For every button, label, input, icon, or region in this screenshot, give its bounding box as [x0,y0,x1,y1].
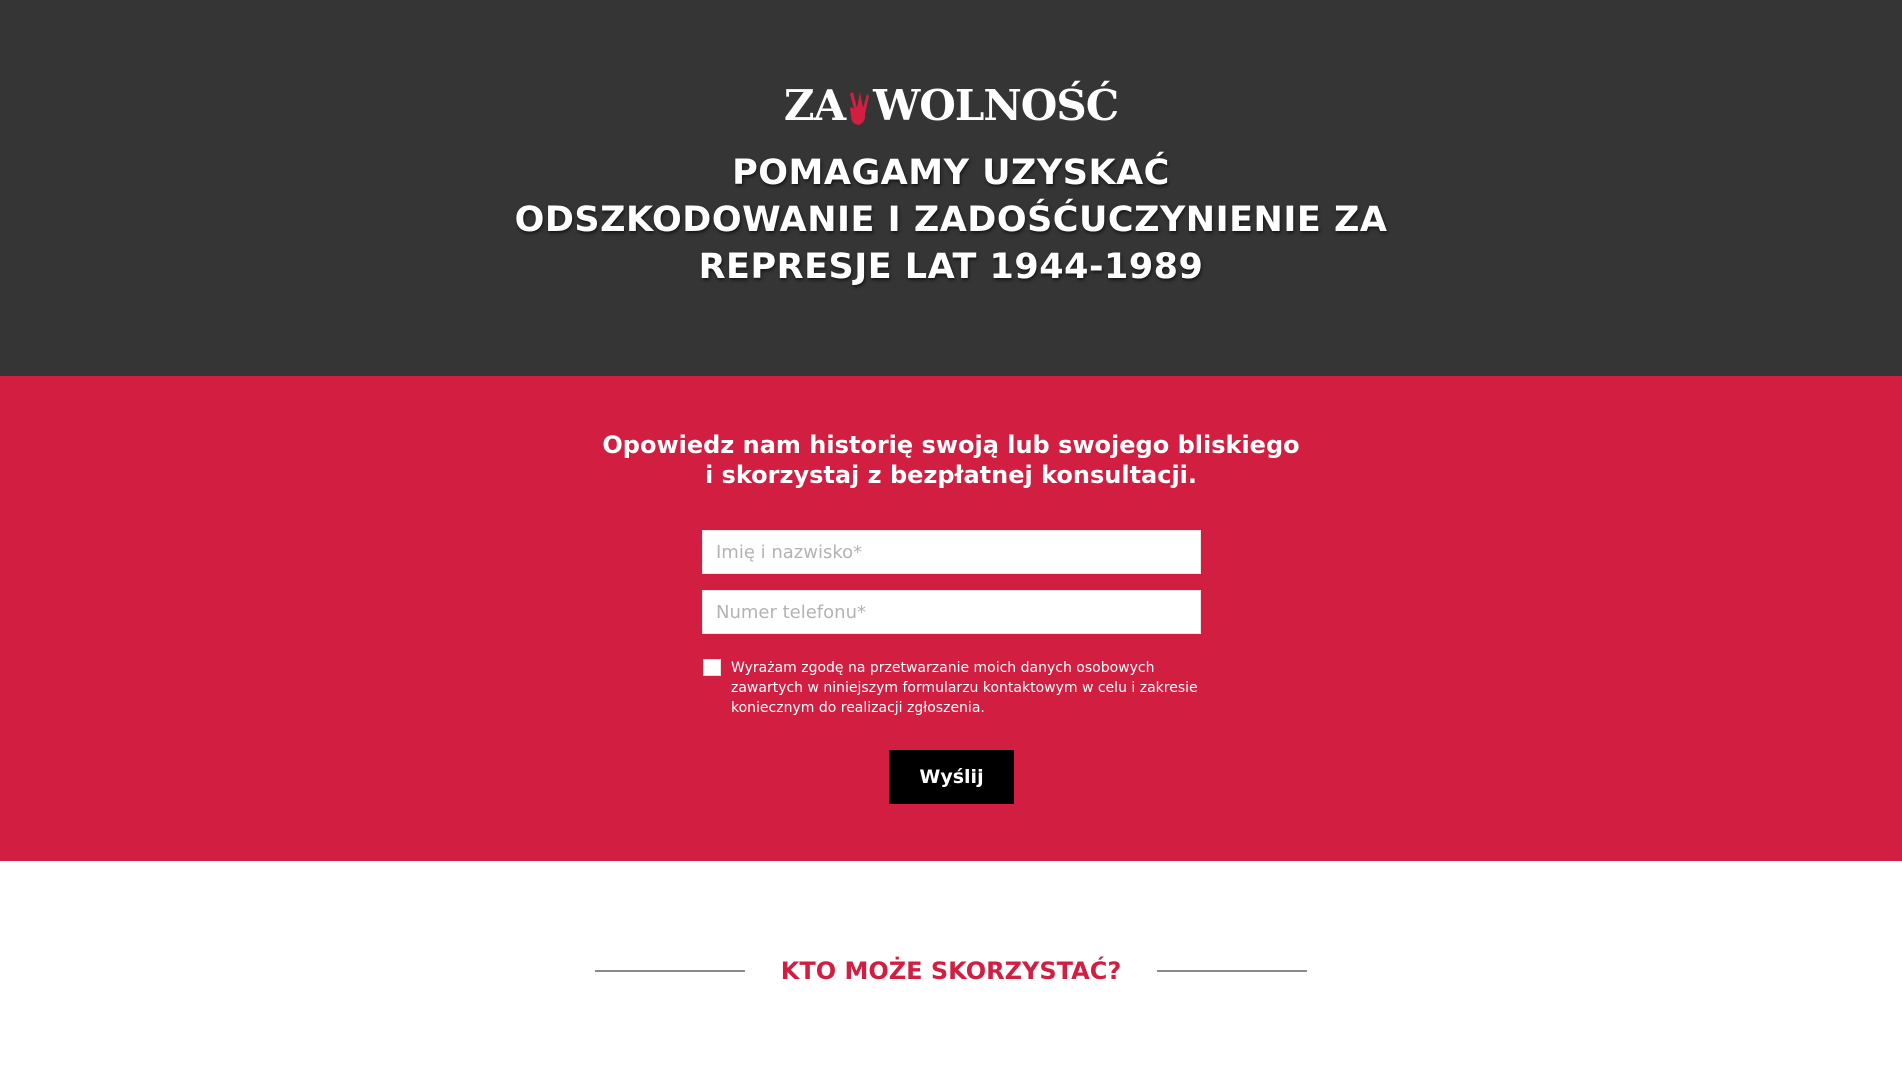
form-heading-line: i skorzystaj z bezpłatnej konsultacji. [704,461,1198,489]
divider-line-right [1157,970,1308,972]
form-heading-line: Opowiedz nam historię swoją lub swojego … [602,431,1300,459]
logo-text-left: ZA [783,81,846,130]
hero-title-line: ODSZKODOWANIE I ZADOŚĆUCZYNIENIE ZA [514,200,1388,240]
hero-title: POMAGAMY UZYSKAĆ ODSZKODOWANIE I ZADOŚĆU… [0,150,1902,291]
phone-input[interactable] [702,590,1201,634]
hero-section: ZA WOLNOŚĆ POMAGAMY UZYSKAĆ ODSZKODOWANI… [0,0,1902,376]
contact-form-section: Opowiedz nam historię swoją lub swojego … [0,376,1902,861]
consent-text: Wyrażam zgodę na przetwarzanie moich dan… [731,660,1198,716]
logo[interactable]: ZA WOLNOŚĆ [0,78,1902,134]
name-input[interactable] [702,530,1201,574]
logo-text-right: WOLNOŚĆ [873,81,1119,130]
who-can-apply-section: KTO MOŻE SKORZYSTAĆ? [0,861,1902,1080]
who-heading-row: KTO MOŻE SKORZYSTAĆ? [0,956,1902,986]
who-title: KTO MOŻE SKORZYSTAĆ? [780,957,1122,985]
victory-hand-icon [846,86,872,126]
hero-title-line: REPRESJE LAT 1944-1989 [698,247,1204,287]
hero-title-line: POMAGAMY UZYSKAĆ [732,153,1170,193]
consent-checkbox[interactable] [703,659,721,676]
divider-line-left [594,970,745,972]
consent-row: Wyrażam zgodę na przetwarzanie moich dan… [703,658,1203,718]
submit-button[interactable]: Wyślij [889,750,1014,804]
form-heading: Opowiedz nam historię swoją lub swojego … [0,430,1902,490]
